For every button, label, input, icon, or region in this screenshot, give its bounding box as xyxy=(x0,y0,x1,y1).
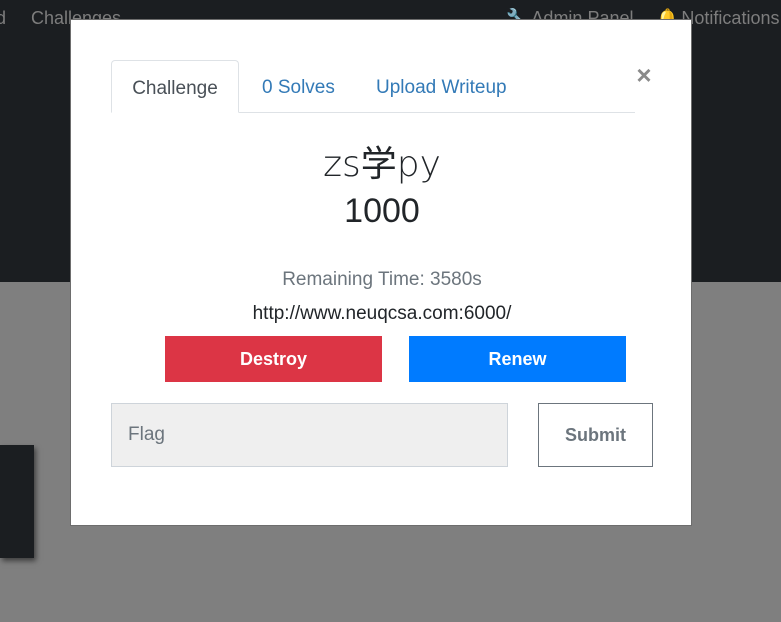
background-challenge-card xyxy=(0,445,34,558)
tab-upload-writeup[interactable]: Upload Writeup xyxy=(376,60,507,112)
flag-input[interactable] xyxy=(111,403,508,467)
tab-solves[interactable]: 0 Solves xyxy=(262,60,335,112)
modal-tabs: Challenge 0 Solves Upload Writeup xyxy=(111,60,635,113)
nav-notifications-label: Notifications xyxy=(681,8,780,28)
destroy-button[interactable]: Destroy xyxy=(165,336,382,382)
challenge-name: zs学py xyxy=(323,144,441,185)
nav-brand: d xyxy=(0,8,7,28)
remaining-time: Remaining Time: 3580s xyxy=(282,269,482,290)
challenge-value: 1000 xyxy=(344,192,420,230)
submit-button[interactable]: Submit xyxy=(538,403,653,467)
tab-challenge[interactable]: Challenge xyxy=(111,60,239,113)
close-icon[interactable]: × xyxy=(633,62,655,88)
challenge-url: http://www.neuqcsa.com:6000/ xyxy=(252,303,512,324)
challenge-modal: × Challenge 0 Solves Upload Writeup zs学p… xyxy=(70,19,692,526)
renew-button[interactable]: Renew xyxy=(409,336,626,382)
